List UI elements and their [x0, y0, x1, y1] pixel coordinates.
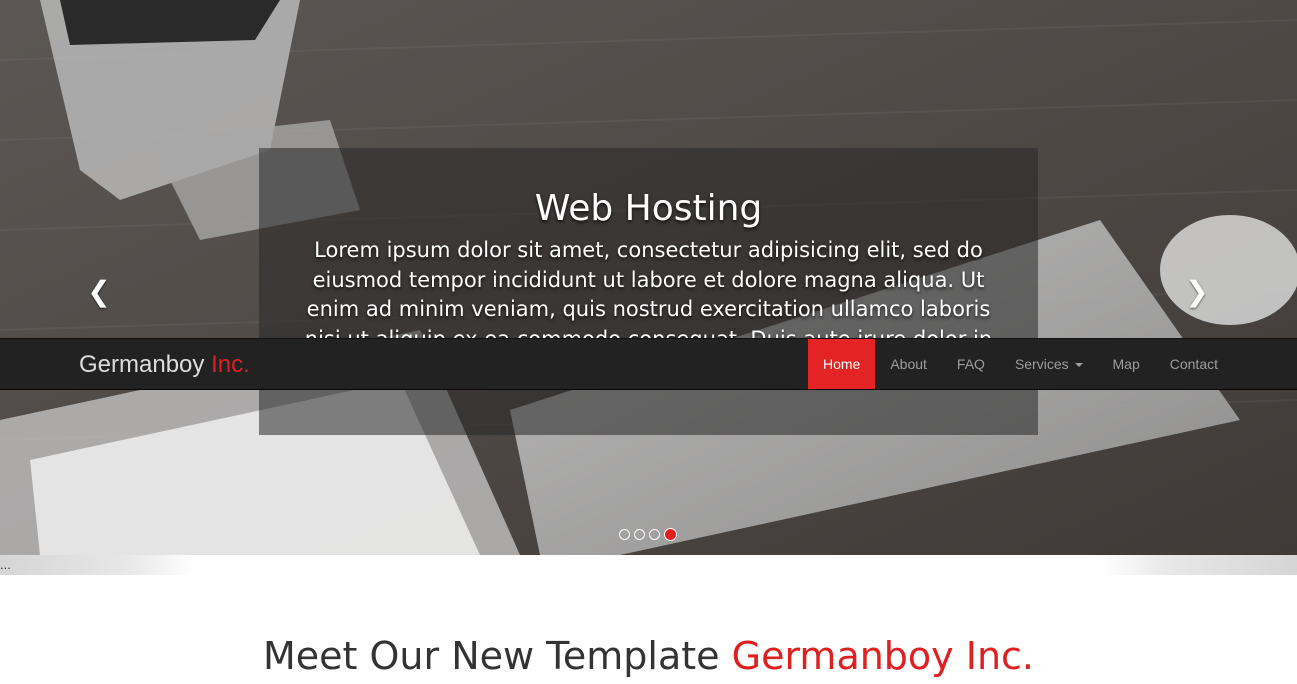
carousel-prev-button[interactable]: ❮ [79, 270, 119, 314]
brand-logo[interactable]: Germanboy Inc. [79, 339, 250, 389]
caption-title: Web Hosting [534, 188, 763, 229]
strip-text: ... [0, 557, 11, 572]
hero-carousel: Web Hosting Lorem ipsum dolor sit amet, … [0, 0, 1297, 555]
nav-link-about[interactable]: About [875, 339, 942, 389]
nav-link-contact[interactable]: Contact [1155, 339, 1233, 389]
nav-menu: Home About FAQ Services Map Contact [807, 339, 1233, 389]
caret-down-icon [1074, 363, 1083, 368]
carousel-indicator-4[interactable] [664, 528, 677, 541]
nav-item-about: About [875, 339, 942, 389]
nav-label-services: Services [1014, 356, 1069, 372]
carousel-indicator-1[interactable] [619, 529, 630, 540]
brand-name: Germanboy [79, 351, 205, 378]
section-title-main: Meet Our New Template [262, 634, 720, 678]
nav-link-faq[interactable]: FAQ [942, 339, 1000, 389]
nav-link-map[interactable]: Map [1098, 339, 1155, 389]
brand-accent: Inc. [211, 351, 250, 378]
carousel-indicator-2[interactable] [634, 529, 645, 540]
carousel-indicator-3[interactable] [649, 529, 660, 540]
nav-item-contact: Contact [1155, 339, 1233, 389]
nav-link-home[interactable]: Home [807, 339, 876, 389]
chevron-left-icon: ❮ [87, 276, 111, 307]
carousel-indicators [619, 528, 677, 541]
nav-item-home: Home [807, 339, 876, 389]
chevron-right-icon: ❯ [1185, 276, 1209, 307]
nav-item-faq: FAQ [942, 339, 1000, 389]
section-title: Meet Our New Template Germanboy Inc. [0, 628, 1297, 684]
carousel-caption: Web Hosting Lorem ipsum dolor sit amet, … [259, 148, 1038, 435]
nav-item-map: Map [1098, 339, 1155, 389]
section-title-accent: Germanboy Inc. [731, 634, 1035, 678]
top-navbar: Germanboy Inc. Home About FAQ Services M… [0, 338, 1297, 390]
slider-shadow-strip: ... [0, 555, 1297, 575]
carousel-next-button[interactable]: ❯ [1177, 270, 1217, 314]
nav-item-services: Services [1000, 339, 1098, 389]
nav-link-services[interactable]: Services [1000, 339, 1098, 389]
